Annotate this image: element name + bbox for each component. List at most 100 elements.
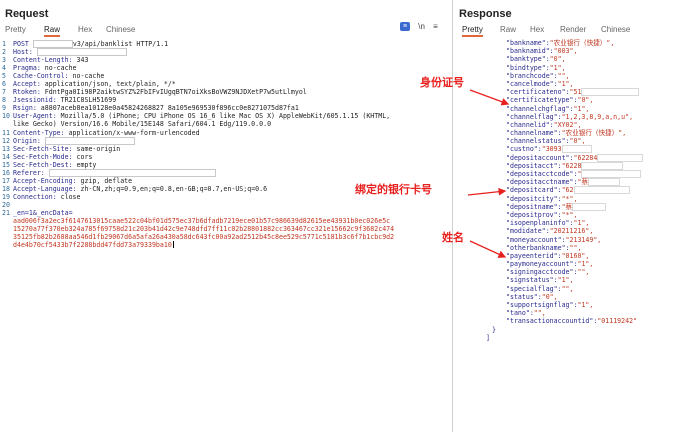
- json-key: "certificateno":: [506, 88, 570, 97]
- redacted-value: [44, 136, 135, 145]
- json-key: "signingacctcode":: [506, 268, 578, 277]
- redacted-value: [48, 168, 216, 177]
- header-line: Sec-Fetch-Site: same-origin: [13, 145, 120, 153]
- json-key: "channelchgflag":: [506, 104, 574, 113]
- header-key: Pragma:: [13, 64, 45, 73]
- response-line: "certificateno":"51: [454, 88, 690, 97]
- response-line: "modidate":"20211216",: [454, 227, 690, 235]
- line-number: 3: [2, 56, 6, 65]
- json-key: "specialflag":: [506, 284, 562, 293]
- response-line: "cancelmode":"1",: [454, 80, 690, 88]
- json-key: "banknamid":: [506, 47, 554, 56]
- json-key: "depositacctname":: [506, 178, 578, 187]
- request-line: 3 Content-Length: 343: [0, 56, 452, 64]
- json-key: "status":: [506, 292, 542, 301]
- header-key: Origin:: [13, 136, 45, 145]
- tab-hex[interactable]: Hex: [78, 25, 92, 34]
- tab-pretty[interactable]: Pretty: [462, 25, 483, 37]
- json-entry: "certificatetype":"0",: [506, 96, 593, 104]
- json-key: "otherbankname":: [506, 243, 570, 252]
- menu-icon[interactable]: ≡: [433, 22, 438, 31]
- tab-chinese[interactable]: Chinese: [106, 25, 135, 34]
- json-key: "depositprov":: [506, 210, 562, 219]
- tab-hex[interactable]: Hex: [530, 25, 544, 34]
- json-value: "",: [569, 243, 582, 252]
- header-key: Jsessionid:: [13, 96, 61, 105]
- response-line: "status":"0",: [454, 293, 690, 301]
- json-value: "3093: [541, 145, 562, 154]
- json-value: "003",: [553, 47, 578, 56]
- json-entry: "channelid":"XY02",: [506, 121, 581, 129]
- json-entry: "depositacctcode":": [506, 170, 642, 178]
- json-value: "1",: [577, 260, 594, 269]
- line-number: 21: [2, 208, 10, 217]
- json-key: "modidate":: [506, 227, 550, 236]
- response-line: "isopenplaninfo":"1",: [454, 219, 690, 227]
- response-line: "transactionaccountid":"01119242": [454, 317, 690, 325]
- request-line: 11 Content-Type: application/x-www-form-u…: [0, 129, 452, 137]
- json-key: "depositname":: [506, 202, 562, 211]
- redacted-value: [597, 153, 644, 162]
- response-line: "depositcard":"62: [454, 186, 690, 195]
- response-line: "payeenterid":"0160",: [454, 252, 690, 260]
- json-entry: "depositname":"蔡: [506, 202, 607, 211]
- tab-render[interactable]: Render: [560, 25, 586, 34]
- newline-toggle[interactable]: \n: [418, 22, 425, 31]
- body-text: 15270a77f370eb324a785f69758d21c203b41d42…: [13, 225, 395, 234]
- header-value: application/x-www-form-urlencoded: [68, 128, 200, 137]
- redacted-value: [572, 202, 607, 211]
- redacted-value: [32, 40, 73, 48]
- header-key: Sec-Fetch-Dest:: [13, 160, 77, 169]
- json-key: "paymoneyaccount":: [506, 260, 578, 269]
- request-line: 6 Accept: application/json, text/plain, *…: [0, 80, 452, 88]
- json-entry: "paymoneyaccount":"1",: [506, 260, 593, 268]
- json-entry: "custno":"3093: [506, 145, 592, 154]
- json-value: "1,2,3,8,9,a,n,u",: [561, 112, 634, 121]
- wrap-toggle-icon[interactable]: ≡: [400, 22, 410, 32]
- json-key: "isopenplaninfo":: [506, 219, 574, 228]
- response-editor[interactable]: "bankname":"农业银行（快捷）", "banknamid":"003",…: [454, 39, 690, 432]
- json-key: "supportsignflag":: [506, 301, 578, 309]
- json-entry: "tano":"",: [506, 309, 546, 317]
- line-number: 19: [2, 192, 10, 201]
- header-line: Host:: [13, 48, 127, 57]
- request-editor[interactable]: 1 POST v3/api/banklist HTTP/1.1 2 Host: 3 Co…: [0, 40, 452, 432]
- header-value: close: [60, 192, 81, 201]
- tab-chinese[interactable]: Chinese: [601, 25, 630, 34]
- request-body-line: aad006f3a2ec3f6147613015caae522c04bf01d5…: [0, 217, 452, 225]
- body-text: aad006f3a2ec3f6147613015caae522c04bf01d5…: [13, 217, 391, 226]
- line-number: 10: [2, 112, 10, 121]
- annotation-bank-card: 绑定的银行卡号: [355, 183, 432, 196]
- json-key: "depositacct":: [506, 161, 562, 170]
- request-line: 9 Rsign: a8807aceb8ea10128e0a45824268827 …: [0, 104, 452, 112]
- request-line: 13 Sec-Fetch-Site: same-origin: [0, 145, 452, 153]
- json-value: "0",: [569, 137, 586, 146]
- header-value: 343: [76, 56, 89, 65]
- tab-pretty[interactable]: Pretty: [5, 25, 26, 34]
- header-line: Accept-Language: zh-CN,zh;q=0.9,en;q=0.8…: [13, 185, 267, 193]
- json-entry: "channelname":"农业银行（快捷）",: [506, 129, 626, 137]
- tab-raw[interactable]: Raw: [44, 25, 61, 37]
- json-entry: "banknamid":"003",: [506, 47, 577, 55]
- header-line: Sec-Fetch-Mode: cors: [13, 153, 92, 161]
- tab-raw[interactable]: Raw: [500, 25, 516, 34]
- json-key: "bindtype":: [506, 63, 550, 72]
- request-line: 14 Sec-Fetch-Mode: cors: [0, 153, 452, 161]
- response-line: "channelname":"农业银行（快捷）",: [454, 129, 690, 137]
- json-entry: "signstatus":"1",: [506, 276, 574, 284]
- header-key: POST: [13, 40, 33, 48]
- header-key: Content-Length:: [13, 56, 77, 65]
- header-key: Rsign:: [13, 104, 41, 113]
- body-text: _en=1&_encData=: [13, 208, 73, 217]
- json-key: "bankname":: [506, 39, 550, 47]
- json-key: "depositcard":: [506, 186, 562, 195]
- response-line: "depositname":"蔡: [454, 202, 690, 211]
- request-toolbar: ≡ \n ≡: [400, 22, 438, 32]
- header-key: Host:: [13, 48, 37, 57]
- response-line: "depositprov":"*",: [454, 211, 690, 219]
- json-key: "channelstatus":: [506, 137, 570, 146]
- json-key: "moneyaccount":: [506, 235, 566, 244]
- header-value: Mozilla/5.0 (iPhone; CPU iPhone OS 16_6 …: [60, 112, 391, 121]
- response-line: "depositacctname":"蔡: [454, 178, 690, 187]
- json-key: "channelflag":: [506, 112, 562, 121]
